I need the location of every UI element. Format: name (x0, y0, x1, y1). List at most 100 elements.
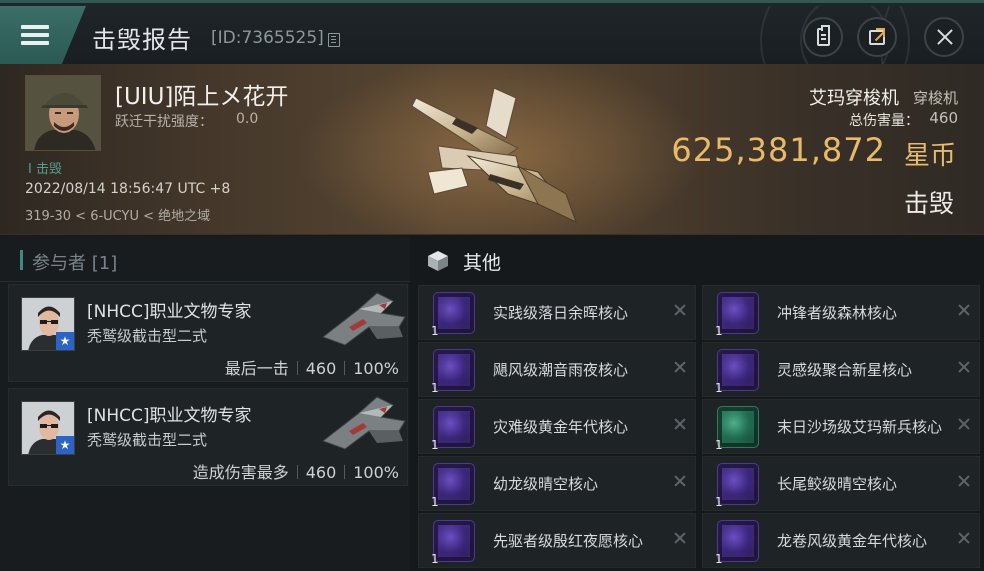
item-quantity: 1 (715, 324, 723, 338)
participant-row[interactable]: ★ [NHCC]职业文物专家 秃鹫级截击型二式 造成伤害最多 460 100% (8, 388, 408, 486)
victim-ship-image[interactable] (398, 76, 598, 226)
participant-ship: 秃鹫级截击型二式 (87, 327, 208, 345)
corp-badge-star-icon: ★ (56, 436, 74, 454)
section-marker (20, 250, 23, 270)
participant-percent: 100% (353, 359, 399, 378)
item-name: 先驱者级殷红夜愿核心 (493, 531, 644, 550)
item-quantity: 1 (715, 381, 723, 395)
participant-avatar[interactable]: ★ (21, 297, 75, 351)
item-cell[interactable]: 1 幼龙级晴空核心 (418, 456, 696, 511)
item-quantity: 1 (715, 495, 723, 509)
item-remove-icon[interactable] (673, 474, 687, 488)
item-quantity: 1 (431, 552, 439, 566)
items-label: 其他 (463, 252, 502, 274)
participant-row[interactable]: ★ [NHCC]职业文物专家 秃鹫级截击型二式 最后一击 460 100% (8, 284, 408, 382)
ship-class: 穿梭机 (912, 89, 958, 107)
item-name: 灵感级聚合新星核心 (777, 360, 913, 379)
participant-stats: 最后一击 460 100% (225, 355, 399, 379)
participants-header: 参与者 [1] (0, 236, 410, 282)
victim-portrait[interactable] (25, 75, 101, 151)
victim-name[interactable]: [UIU]陌上メ花开 (115, 77, 288, 111)
item-remove-icon[interactable] (957, 360, 971, 374)
kill-status: 击毁 (903, 189, 954, 218)
hamburger-icon (21, 25, 49, 45)
close-button[interactable] (924, 17, 964, 57)
item-cell[interactable]: 1 长尾鲛级晴空核心 (702, 456, 980, 511)
item-cell[interactable]: 1 龙卷风级黄金年代核心 (702, 513, 980, 568)
item-remove-icon[interactable] (957, 303, 971, 317)
stat-separator (296, 465, 298, 479)
item-remove-icon[interactable] (673, 303, 687, 317)
participant-percent: 100% (353, 463, 399, 482)
item-cell[interactable]: 1 灾难级黄金年代核心 (418, 399, 696, 454)
copy-icon[interactable] (328, 33, 340, 47)
item-cell[interactable]: 1 飓风级潮音雨夜核心 (418, 342, 696, 397)
isk-value: 625,381,872 (671, 131, 886, 169)
victim-banner: [UIU]陌上メ花开 跃迁干扰强度： 0.0 I 击毁 2022/08/14 1… (0, 64, 984, 235)
participant-avatar[interactable]: ★ (21, 401, 75, 455)
participant-ship-image (321, 396, 406, 450)
item-quantity: 1 (715, 438, 723, 452)
share-button[interactable] (857, 17, 897, 57)
item-cell[interactable]: 1 实践级落日余晖核心 (418, 285, 696, 340)
stat-separator (344, 465, 346, 479)
item-remove-icon[interactable] (957, 474, 971, 488)
item-remove-icon[interactable] (673, 531, 687, 545)
kill-location[interactable]: 319-30 < 6-UCYU < 绝地之域 (25, 205, 210, 224)
menu-button[interactable] (0, 6, 86, 64)
item-cell[interactable]: 1 末日沙场级艾玛新兵核心 (702, 399, 980, 454)
participant-damage: 460 (305, 463, 337, 482)
item-name: 飓风级潮音雨夜核心 (493, 360, 629, 379)
warp-disruption-value: 0.0 (236, 111, 259, 127)
item-core-icon (433, 463, 475, 505)
participants-panel: 参与者 [1] ★ [NHCC]职业文物专家 秃鹫级截击型二式 最后一击 460… (0, 236, 410, 571)
item-core-icon (433, 292, 475, 334)
item-name: 长尾鲛级晴空核心 (777, 474, 898, 493)
ship-name[interactable]: 艾玛穿梭机 (809, 84, 899, 110)
participant-role: 最后一击 (224, 359, 289, 378)
header-bar: 击毁报告 [ID:7365525] (0, 0, 984, 64)
cube-icon (428, 251, 448, 271)
item-name: 幼龙级晴空核心 (493, 474, 599, 493)
item-remove-icon[interactable] (957, 417, 971, 431)
item-core-icon (433, 520, 475, 562)
items-header: 其他 (410, 236, 984, 284)
item-remove-icon[interactable] (957, 531, 971, 545)
items-panel: 其他 1 实践级落日余晖核心 1 冲锋者级森林核心 1 飓风级潮音雨夜核心 1 灵感级聚合新星… (410, 236, 984, 571)
participant-name[interactable]: [NHCC]职业文物专家 (87, 297, 252, 322)
item-name: 末日沙场级艾玛新兵核心 (777, 417, 943, 436)
clipboard-icon (817, 25, 830, 46)
item-core-icon (717, 406, 759, 448)
item-core-icon (717, 463, 759, 505)
item-cell[interactable]: 1 冲锋者级森林核心 (702, 285, 980, 340)
total-damage-value: 460 (929, 109, 958, 127)
participant-role: 造成伤害最多 (192, 463, 289, 482)
kill-count: I 击毁 (28, 162, 62, 177)
item-core-icon (433, 406, 475, 448)
item-core-icon (717, 292, 759, 334)
stat-separator (296, 361, 298, 375)
share-arrow-icon (876, 28, 885, 37)
item-cell[interactable]: 1 先驱者级殷红夜愿核心 (418, 513, 696, 568)
warp-disruption-label: 跃迁干扰强度： (115, 114, 213, 130)
item-name: 冲锋者级森林核心 (777, 303, 898, 322)
stat-separator (344, 361, 346, 375)
page-title: 击毁报告 (92, 26, 192, 54)
item-quantity: 1 (715, 552, 723, 566)
participant-name[interactable]: [NHCC]职业文物专家 (87, 401, 252, 426)
item-remove-icon[interactable] (673, 417, 687, 431)
corp-badge-star-icon: ★ (56, 332, 74, 350)
participant-ship-image (321, 292, 406, 346)
kill-time: 2022/08/14 18:56:47 UTC +8 (25, 181, 231, 197)
participant-damage: 460 (305, 359, 337, 378)
isk-unit: 星币 (903, 141, 956, 171)
item-cell[interactable]: 1 灵感级聚合新星核心 (702, 342, 980, 397)
item-name: 龙卷风级黄金年代核心 (777, 531, 928, 550)
item-core-icon (717, 520, 759, 562)
item-name: 实践级落日余晖核心 (493, 303, 629, 322)
item-remove-icon[interactable] (673, 360, 687, 374)
total-damage-label: 总伤害量： (849, 113, 919, 129)
item-core-icon (717, 349, 759, 391)
item-quantity: 1 (431, 495, 439, 509)
clipboard-button[interactable] (803, 17, 843, 57)
